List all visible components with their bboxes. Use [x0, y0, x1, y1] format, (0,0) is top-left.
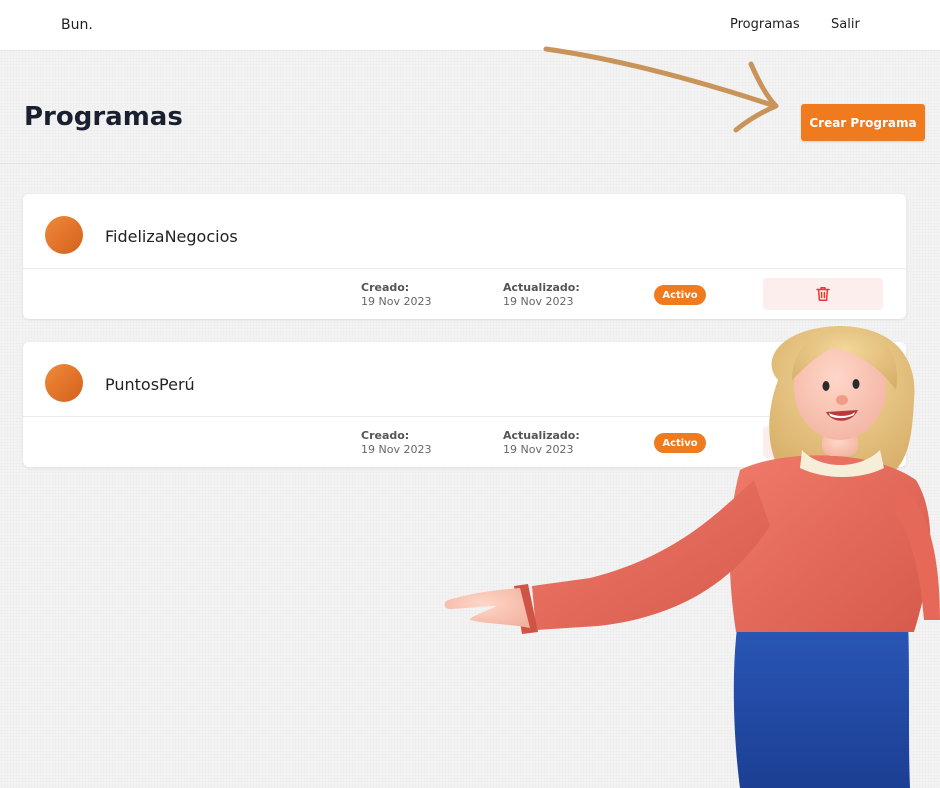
brand-logo[interactable]: Bun. — [61, 17, 93, 33]
created-label: Creado: — [361, 429, 410, 442]
status-badge: Activo — [654, 285, 706, 305]
created-date: 19 Nov 2023 — [361, 443, 432, 456]
create-program-button[interactable]: Crear Programa — [801, 104, 925, 141]
hand-drawn-arrow-icon — [543, 46, 779, 133]
header-divider — [0, 163, 940, 164]
program-name[interactable]: PuntosPerú — [105, 375, 195, 394]
updated-label: Actualizado: — [503, 281, 580, 294]
updated-date: 19 Nov 2023 — [503, 295, 574, 308]
nav-link-programas[interactable]: Programas — [730, 17, 800, 32]
page-title: Programas — [24, 102, 183, 132]
delete-program-button[interactable] — [763, 278, 883, 310]
program-card[interactable]: FidelizaNegocios Creado: 19 Nov 2023 Act… — [23, 194, 906, 319]
program-card-header: FidelizaNegocios — [23, 194, 906, 269]
program-name[interactable]: FidelizaNegocios — [105, 227, 238, 246]
character-illustration — [444, 326, 940, 788]
program-avatar — [45, 216, 83, 254]
created-date: 19 Nov 2023 — [361, 295, 432, 308]
created-label: Creado: — [361, 281, 410, 294]
nav-link-salir[interactable]: Salir — [831, 17, 860, 32]
top-navbar: Bun. Programas Salir — [0, 0, 940, 51]
program-avatar — [45, 364, 83, 402]
trash-icon — [816, 287, 830, 301]
